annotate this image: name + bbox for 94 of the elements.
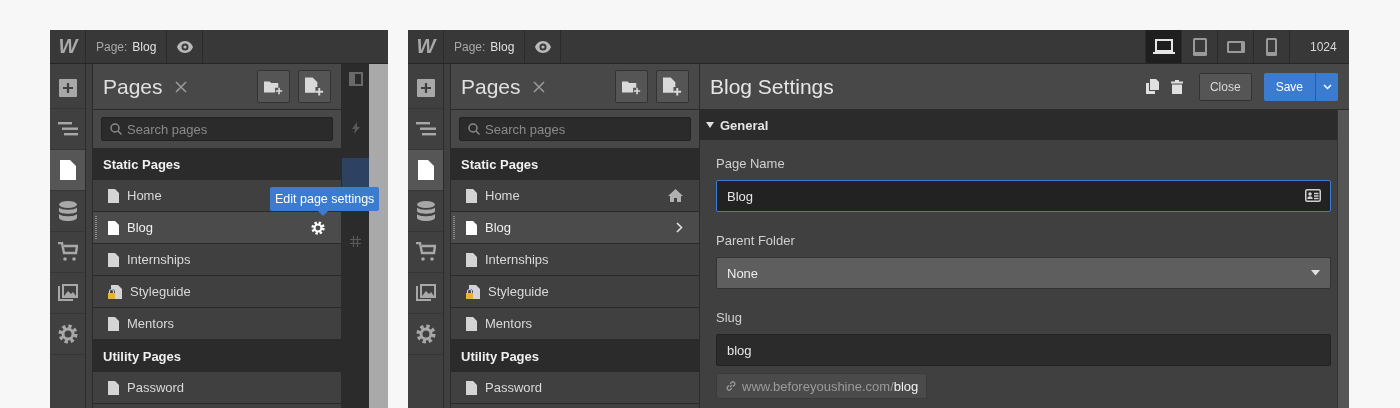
page-item[interactable]: Internships xyxy=(93,244,341,276)
page-icon xyxy=(466,380,477,395)
close-icon[interactable] xyxy=(532,80,545,93)
page-icon xyxy=(466,316,477,331)
page-icon xyxy=(108,220,119,235)
page-icon xyxy=(417,160,434,180)
database-icon xyxy=(416,201,435,221)
page-name: Blog xyxy=(132,39,157,54)
page-icon xyxy=(108,380,119,395)
field-label: Page Name xyxy=(716,156,786,171)
page-icon xyxy=(59,160,76,180)
search-icon xyxy=(110,123,122,135)
trash-icon[interactable] xyxy=(1170,79,1183,94)
panel-toggle-icon[interactable] xyxy=(348,72,363,86)
eye-icon xyxy=(176,40,193,53)
page-icon xyxy=(108,252,119,267)
cart-icon xyxy=(57,242,78,262)
page-label: Page: xyxy=(96,39,128,54)
scrollbar[interactable] xyxy=(1337,110,1349,408)
images-icon xyxy=(415,284,436,302)
device-button[interactable] xyxy=(1145,30,1181,63)
gear-icon[interactable] xyxy=(311,220,325,235)
section-header[interactable]: General xyxy=(700,110,1337,140)
close-button[interactable]: Close xyxy=(1198,72,1252,101)
page-item[interactable]: Styleguide xyxy=(451,276,699,308)
link-icon xyxy=(725,380,737,392)
section-heading: Static Pages xyxy=(93,148,341,180)
select-field[interactable]: None xyxy=(716,257,1331,289)
plus-icon xyxy=(416,79,435,97)
drag-handle-icon[interactable] xyxy=(95,216,97,240)
page-label: Page: xyxy=(454,39,486,54)
page-icon xyxy=(108,316,119,331)
panel-title: Pages xyxy=(461,74,521,99)
panel-title: Blog Settings xyxy=(710,74,834,99)
page-item[interactable]: Styleguide xyxy=(93,276,341,308)
close-icon[interactable] xyxy=(174,80,187,93)
plus-icon xyxy=(58,79,77,97)
logo: W xyxy=(416,35,435,58)
text-field[interactable]: Blog xyxy=(716,180,1331,212)
page-name: Blog xyxy=(490,39,515,54)
phone-icon xyxy=(1266,37,1277,56)
chevron-right-icon[interactable] xyxy=(676,222,683,233)
eye-icon xyxy=(534,40,551,53)
page-item[interactable]: Blog xyxy=(451,212,699,244)
tooltip-arrow xyxy=(318,211,328,216)
logo: W xyxy=(58,35,77,58)
tooltip: Edit page settings xyxy=(270,187,380,211)
layers-icon xyxy=(415,122,436,136)
page-plus-icon xyxy=(663,76,682,97)
field-label: Parent Folder xyxy=(716,233,796,248)
gear-icon xyxy=(415,324,436,344)
section-heading: Utility Pages xyxy=(93,340,341,372)
phone-landscape-icon xyxy=(1226,40,1245,53)
search-icon xyxy=(468,123,480,135)
copy-icon[interactable] xyxy=(1145,79,1159,94)
gear-icon xyxy=(57,324,78,344)
new-page-button[interactable] xyxy=(298,70,331,103)
canvas-width: 1024 xyxy=(1289,30,1349,63)
database-icon xyxy=(58,201,77,221)
search-field[interactable]: Search pages xyxy=(459,117,691,141)
save-options-button[interactable] xyxy=(1316,72,1338,101)
page-item[interactable]: Blog xyxy=(93,212,341,244)
url-chip[interactable]: www.beforeyoushine.com/blog xyxy=(716,373,928,399)
caret-icon xyxy=(1322,83,1332,90)
locked-page-icon xyxy=(108,284,122,299)
page-item[interactable]: Password xyxy=(451,372,699,404)
page-icon xyxy=(466,252,477,267)
text-field[interactable]: blog xyxy=(716,334,1331,366)
drag-handle-icon[interactable] xyxy=(453,216,455,240)
new-folder-button[interactable] xyxy=(257,70,290,103)
section-heading: Utility Pages xyxy=(451,340,699,372)
caret-icon xyxy=(706,122,714,128)
page-item[interactable]: Password xyxy=(93,372,341,404)
images-icon xyxy=(57,284,78,302)
section-heading: Static Pages xyxy=(451,148,699,180)
new-folder-button[interactable] xyxy=(615,70,648,103)
tablet-icon xyxy=(1192,37,1207,56)
panel-title: Pages xyxy=(103,74,163,99)
search-field[interactable]: Search pages xyxy=(101,117,333,141)
locked-page-icon xyxy=(466,284,480,299)
home-icon xyxy=(668,189,683,202)
cart-icon xyxy=(415,242,436,262)
caret-icon xyxy=(1311,270,1320,276)
field-label: Slug xyxy=(716,310,744,325)
page-plus-icon xyxy=(305,76,324,97)
layers-icon xyxy=(57,122,78,136)
page-icon xyxy=(466,188,477,203)
page-icon xyxy=(108,188,119,203)
save-button[interactable]: Save xyxy=(1263,72,1316,101)
new-page-button[interactable] xyxy=(656,70,689,103)
contact-card-icon[interactable] xyxy=(1305,189,1321,202)
page-icon xyxy=(466,220,477,235)
page-item[interactable]: Internships xyxy=(451,244,699,276)
laptop-icon xyxy=(1152,38,1175,55)
